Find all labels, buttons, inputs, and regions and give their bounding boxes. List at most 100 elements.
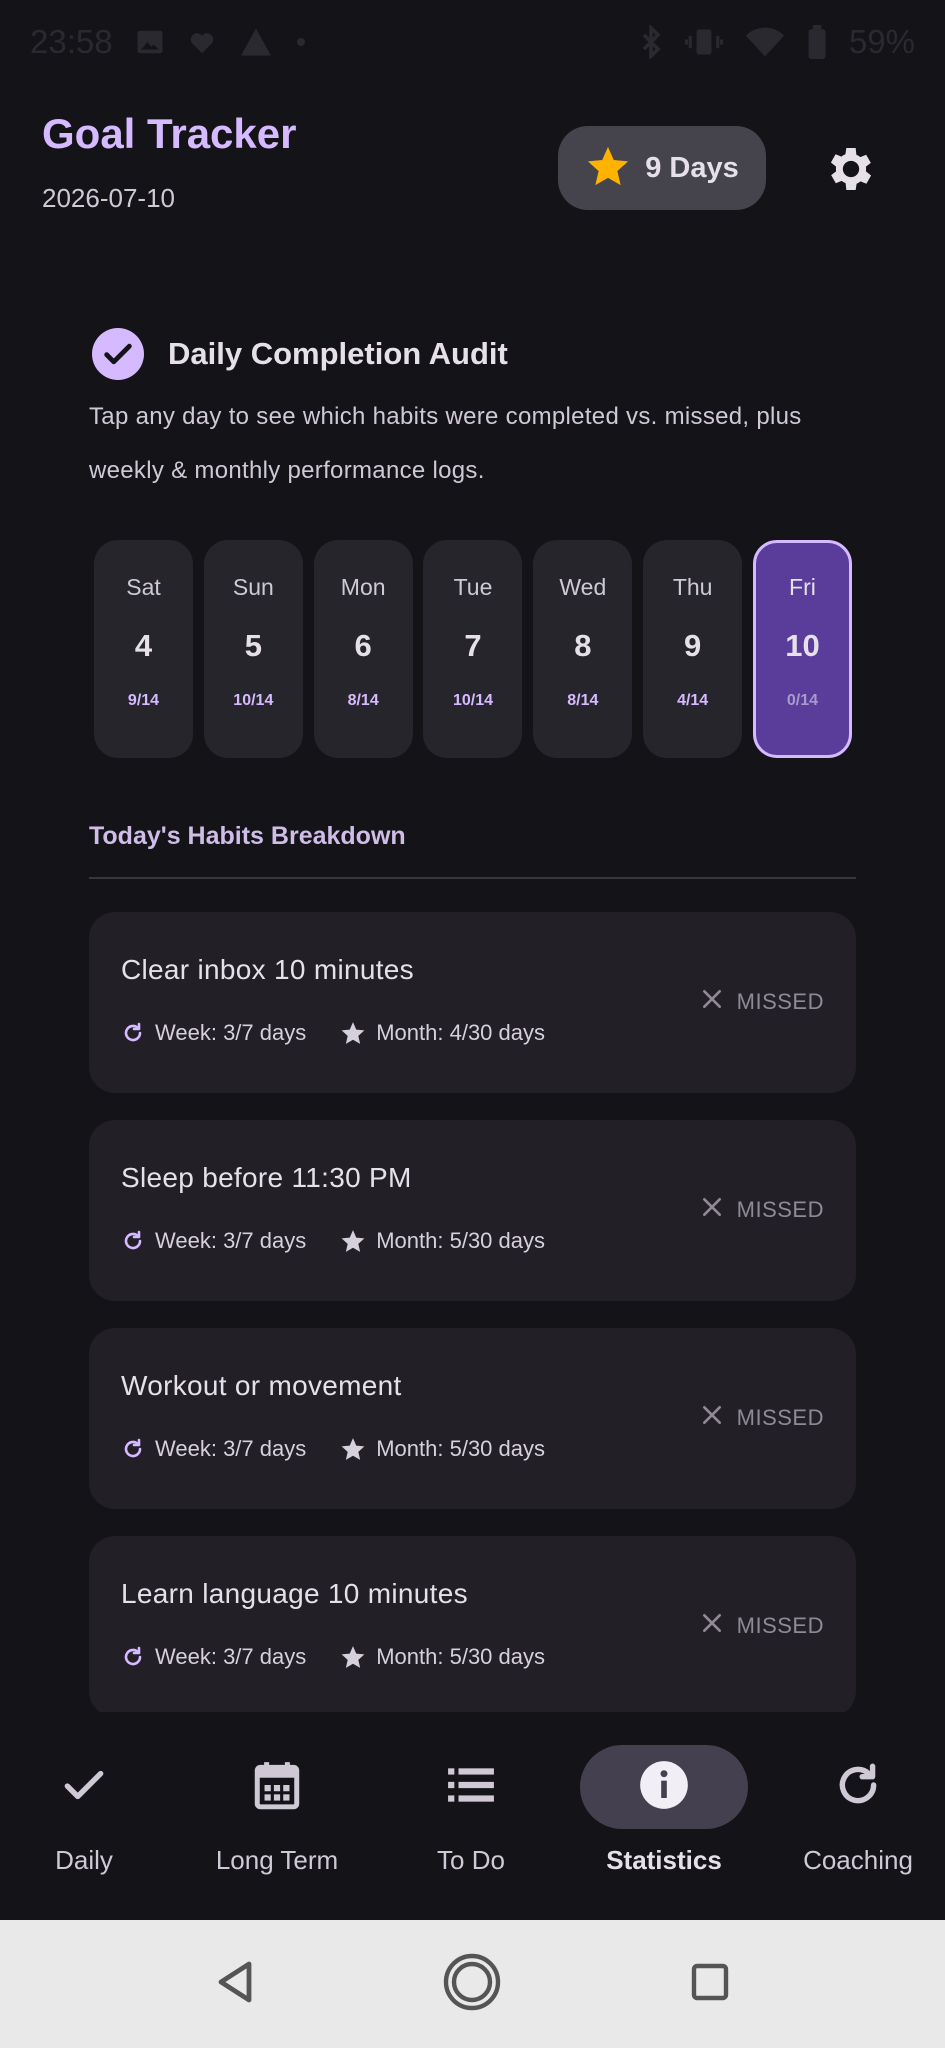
calendar-icon xyxy=(252,1758,302,1817)
info-icon xyxy=(638,1759,690,1816)
status-bar: 23:58 59% xyxy=(0,0,945,84)
day-name: Mon xyxy=(340,574,386,600)
star-icon xyxy=(340,1436,366,1462)
habit-card[interactable]: Learn language 10 minutes Week: 3/7 days M… xyxy=(89,1536,856,1712)
nav-icon-container xyxy=(193,1745,361,1829)
breakdown-title: Today's Habits Breakdown xyxy=(89,822,406,850)
habit-name: Sleep before 11:30 PM xyxy=(121,1162,412,1193)
habit-name: Clear inbox 10 minutes xyxy=(121,954,414,985)
heart-icon xyxy=(187,27,217,57)
list-icon xyxy=(446,1765,496,1810)
star-icon xyxy=(340,1228,366,1254)
nav-icon-container xyxy=(0,1745,168,1829)
day-card-thu[interactable]: Thu 9 4/14 xyxy=(643,540,743,758)
battery-percent: 59% xyxy=(848,23,915,60)
nav-item-long-term[interactable]: Long Term xyxy=(182,1745,372,1905)
dot-icon xyxy=(295,36,307,48)
habit-status: MISSED xyxy=(701,1404,824,1432)
week-stat: Week: 3/7 days xyxy=(121,1644,306,1670)
habit-name: Workout or movement xyxy=(121,1370,402,1401)
battery-icon xyxy=(807,25,827,59)
status-time: 23:58 xyxy=(30,23,113,60)
home-circle-icon xyxy=(442,1952,502,2017)
habit-status: MISSED xyxy=(701,1196,824,1224)
week-stat-label: Week: 3/7 days xyxy=(155,1644,307,1669)
day-number: 8 xyxy=(574,628,592,663)
audit-description: Tap any day to see which habits were com… xyxy=(89,403,802,484)
refresh-icon xyxy=(121,1021,145,1045)
day-number: 9 xyxy=(684,628,702,663)
day-name: Fri xyxy=(789,574,816,600)
nav-label: To Do xyxy=(437,1845,505,1875)
nav-item-statistics[interactable]: Statistics xyxy=(569,1745,759,1905)
week-stat-label: Week: 3/7 days xyxy=(155,1020,307,1045)
gallery-icon xyxy=(135,27,165,57)
home-button[interactable] xyxy=(437,1920,507,2048)
back-triangle-icon xyxy=(215,1960,255,2009)
gear-icon xyxy=(823,141,879,202)
month-stat-label: Month: 5/30 days xyxy=(376,1644,546,1669)
week-stat-label: Week: 3/7 days xyxy=(155,1228,307,1253)
month-stat: Month: 5/30 days xyxy=(340,1644,545,1670)
day-completion-count: 10/14 xyxy=(233,692,274,709)
status-label: MISSED xyxy=(736,1613,824,1638)
habit-stats: Week: 3/7 days Month: 5/30 days xyxy=(121,1228,579,1254)
month-stat-label: Month: 4/30 days xyxy=(376,1020,546,1045)
nav-item-daily[interactable]: Daily xyxy=(0,1745,179,1905)
day-card-mon[interactable]: Mon 6 8/14 xyxy=(313,540,413,758)
day-number: 4 xyxy=(134,628,153,663)
vibrate-icon xyxy=(684,27,723,57)
bluetooth-icon xyxy=(639,25,663,59)
habit-name: Learn language 10 minutes xyxy=(121,1578,468,1609)
habit-card[interactable]: Workout or movement Week: 3/7 days Month: … xyxy=(89,1328,856,1509)
status-label: MISSED xyxy=(736,1197,824,1222)
habit-card[interactable]: Clear inbox 10 minutes Week: 3/7 days Mont… xyxy=(89,912,856,1093)
habit-stats: Week: 3/7 days Month: 4/30 days xyxy=(121,1020,579,1046)
day-completion-count: 8/14 xyxy=(567,692,599,709)
day-name: Thu xyxy=(672,574,713,600)
day-card-sat[interactable]: Sat 4 9/14 xyxy=(94,540,193,758)
day-number: 6 xyxy=(354,628,372,663)
star-icon xyxy=(340,1020,366,1046)
day-completion-count: 0/14 xyxy=(786,692,819,709)
nav-icon-container xyxy=(387,1745,555,1829)
day-card-wed[interactable]: Wed 8 8/14 xyxy=(533,540,633,758)
nav-label: Daily xyxy=(55,1845,113,1875)
day-completion-count: 4/14 xyxy=(677,692,709,709)
nav-label: Statistics xyxy=(606,1845,722,1875)
refresh-icon xyxy=(121,1437,145,1461)
month-stat: Month: 5/30 days xyxy=(340,1436,545,1462)
day-card-sun[interactable]: Sun 5 10/14 xyxy=(203,540,303,758)
habit-card[interactable]: Sleep before 11:30 PM Week: 3/7 days Month… xyxy=(89,1120,856,1301)
back-button[interactable] xyxy=(200,1920,270,2048)
habit-stats: Week: 3/7 days Month: 5/30 days xyxy=(121,1644,579,1670)
system-navigation-bar xyxy=(0,1920,945,2048)
day-card-fri[interactable]: Fri 10 0/14 xyxy=(752,540,852,758)
habit-stats: Week: 3/7 days Month: 5/30 days xyxy=(121,1436,579,1462)
day-card-tue[interactable]: Tue 7 10/14 xyxy=(423,540,523,758)
close-icon xyxy=(701,1404,723,1432)
day-name: Sat xyxy=(126,574,161,600)
nav-item-coaching[interactable]: Coaching xyxy=(763,1745,945,1905)
nav-icon-container xyxy=(580,1745,748,1829)
day-number: 7 xyxy=(464,628,482,663)
refresh-icon xyxy=(121,1645,145,1669)
month-stat: Month: 4/30 days xyxy=(340,1020,545,1046)
nav-icon-container xyxy=(774,1745,942,1829)
bottom-navigation: Daily Long Term To Do Statistics Coaching xyxy=(0,1720,945,1920)
week-stat-label: Week: 3/7 days xyxy=(155,1436,307,1461)
check-circle-icon xyxy=(92,328,144,380)
day-number: 5 xyxy=(244,628,262,663)
day-completion-count: 10/14 xyxy=(452,692,493,709)
close-icon xyxy=(701,1612,723,1640)
current-date: 2026-07-10 xyxy=(42,183,175,213)
star-icon xyxy=(585,143,631,194)
streak-badge[interactable]: 9 Days xyxy=(558,126,766,210)
settings-button[interactable] xyxy=(820,140,882,202)
recents-button[interactable] xyxy=(675,1920,745,2048)
nav-item-to-do[interactable]: To Do xyxy=(376,1745,566,1905)
refresh-icon xyxy=(121,1229,145,1253)
month-stat-label: Month: 5/30 days xyxy=(376,1436,546,1461)
refresh-icon xyxy=(833,1760,883,1815)
close-icon xyxy=(701,1196,723,1224)
